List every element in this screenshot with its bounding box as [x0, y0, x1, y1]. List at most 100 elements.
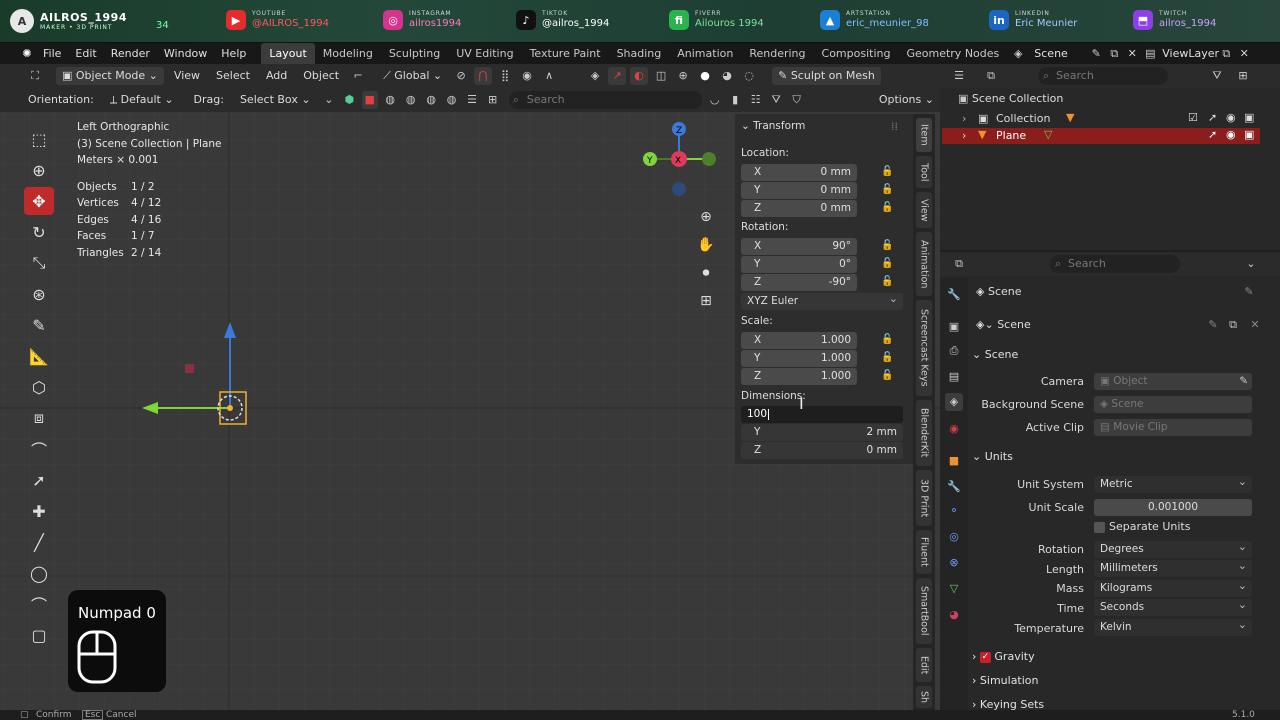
select-arrow-icon[interactable]: ➚ [1208, 111, 1217, 124]
keying-sets-section-header[interactable]: › Keying Sets [972, 698, 1272, 710]
separate-units-checkbox[interactable]: Separate Units [1094, 520, 1190, 533]
measure-tool-icon[interactable]: 📐 [24, 342, 54, 370]
y-arrow-head-icon[interactable] [142, 402, 158, 414]
editor-type-icon[interactable]: ⛶ [26, 67, 44, 85]
workspace-tab-texture-paint[interactable]: Texture Paint [522, 43, 609, 64]
simulation-section-header[interactable]: › Simulation [972, 674, 1272, 687]
menu-file[interactable]: File [36, 43, 68, 64]
time-units-select[interactable]: Seconds [1094, 596, 1252, 616]
location-z-field[interactable]: Z 0 mm [741, 200, 857, 217]
addon-sphere-icon[interactable]: ◍ [382, 91, 398, 109]
plane-handle-icon[interactable] [185, 364, 194, 373]
collapse-icon[interactable]: ⌄ [321, 91, 337, 109]
pin-icon[interactable]: ✎ [1087, 45, 1105, 63]
outliner-row-plane[interactable]: › ▼ Plane ▽ ➚ ◉ ▣ [942, 128, 1260, 144]
scene-section-header[interactable]: ⌄ Scene [972, 348, 1272, 361]
box-tool-icon[interactable]: ▢ [24, 621, 54, 649]
visibility-icon[interactable]: ◈ [586, 67, 604, 85]
addon-wave-icon[interactable]: ◡ [706, 91, 722, 109]
z-arrow-head-icon[interactable] [224, 322, 236, 338]
camera-view-icon[interactable]: ⏺ [691, 259, 721, 287]
menu-help[interactable]: Help [214, 43, 253, 64]
dimension-y-field[interactable]: Y 2 mm [741, 424, 903, 441]
lock-icon[interactable]: 🔓 [881, 184, 893, 195]
expand-chevron-icon[interactable]: › [962, 129, 966, 142]
menu-select[interactable]: Select [210, 67, 256, 85]
tab-screencast-keys[interactable]: Screencast Keys [916, 300, 932, 396]
lock-icon[interactable]: 🔓 [881, 334, 893, 345]
pivot-icon[interactable]: ⊘ [452, 67, 470, 85]
render-tab-icon[interactable]: ▣ [945, 318, 963, 336]
ortho-grid-icon[interactable]: ⊞ [691, 287, 721, 315]
select-box-tool-icon[interactable]: ⬚ [24, 125, 54, 153]
addon-grid-icon[interactable]: ⊞ [484, 91, 500, 109]
eyedropper-icon[interactable]: ✎ [1239, 373, 1248, 390]
copy-icon[interactable]: ⧉ [1224, 316, 1242, 334]
addon-cube-icon[interactable]: ⬢ [341, 91, 357, 109]
social-tiktok[interactable]: ♪ TIKTOK @ailros_1994 [516, 10, 609, 30]
unit-system-select[interactable]: Metric [1094, 473, 1252, 493]
workspace-tab-rendering[interactable]: Rendering [741, 43, 813, 64]
menu-add[interactable]: Add [260, 67, 293, 85]
scene-collection-row[interactable]: ▣ Scene Collection [958, 92, 1063, 105]
tab-item[interactable]: Item [916, 118, 932, 152]
tab-sh[interactable]: Sh [916, 686, 932, 708]
shading-rendered-icon[interactable]: ◌ [740, 67, 758, 85]
social-twitch[interactable]: ⬒ TWITCH ailros_1994 [1133, 10, 1216, 30]
zoom-icon[interactable]: ⊕ [691, 203, 721, 231]
shading-material-icon[interactable]: ◕ [718, 67, 736, 85]
workspace-tab-geometry-nodes[interactable]: Geometry Nodes [898, 43, 1007, 64]
fake-user-icon[interactable]: ✎ [1204, 316, 1222, 334]
sculpt-on-mesh-button[interactable]: ✎ Sculpt on Mesh [772, 67, 881, 85]
drag-handle-icon[interactable]: ⁞⁞ [891, 120, 898, 133]
pin-icon[interactable]: ✎ [1240, 283, 1258, 301]
snap-target-icon[interactable]: ⣿ [496, 67, 514, 85]
tab-view[interactable]: View [916, 192, 932, 228]
falloff-icon[interactable]: ∧ [540, 67, 558, 85]
workspace-tab-sculpting[interactable]: Sculpting [381, 43, 448, 64]
rotation-z-field[interactable]: Z -90° [741, 274, 857, 291]
scene-selector[interactable]: Scene [1027, 43, 1087, 64]
eye-icon[interactable]: ◉ [1226, 128, 1236, 141]
length-units-select[interactable]: Millimeters [1094, 557, 1252, 577]
options-button[interactable]: Options ⌄ [873, 91, 940, 109]
add-point-tool-icon[interactable]: ✚ [24, 497, 54, 525]
location-x-field[interactable]: X 0 mm [741, 164, 857, 181]
lock-icon[interactable]: 🔓 [881, 166, 893, 177]
new-view-layer-icon[interactable]: ⧉ [1217, 45, 1235, 63]
properties-search-input[interactable]: ⌕ Search [1050, 255, 1180, 273]
menu-window[interactable]: Window [157, 43, 214, 64]
rotation-y-field[interactable]: Y 0° [741, 256, 857, 273]
rotation-x-field[interactable]: X 90° [741, 238, 857, 255]
pan-hand-icon[interactable]: ✋ [691, 231, 721, 259]
units-section-header[interactable]: ⌄ Units [972, 450, 1272, 463]
mode-selector[interactable]: ▣ Object Mode ⌄ [56, 67, 164, 85]
rotate-tool-icon[interactable]: ↻ [24, 218, 54, 246]
gizmo-icon[interactable]: ↗ [608, 67, 627, 85]
remove-view-layer-icon[interactable]: ✕ [1235, 45, 1253, 63]
menu-render[interactable]: Render [104, 43, 157, 64]
annotate-tool-icon[interactable]: ✎ [24, 311, 54, 339]
location-y-field[interactable]: Y 0 mm [741, 182, 857, 199]
social-youtube[interactable]: ▶ YOUTUBE @AILROS_1994 [226, 10, 329, 30]
lock-icon[interactable]: 🔓 [881, 370, 893, 381]
tab-fluent[interactable]: Fluent [916, 530, 932, 574]
outliner-search-input[interactable]: ⌕ Search [1038, 67, 1168, 85]
tab-smartbool[interactable]: SmartBool [916, 578, 932, 644]
addon-sphere4-icon[interactable]: ◍ [443, 91, 459, 109]
lock-icon[interactable]: 🔓 [881, 276, 893, 287]
filter-icon[interactable]: ⛛ [1208, 67, 1226, 85]
new-collection-icon[interactable]: ⊞ [1234, 67, 1252, 85]
snap-magnet-icon[interactable]: ⋂ [474, 67, 493, 85]
tool-tab-icon[interactable]: 🔧 [945, 286, 963, 304]
expand-chevron-icon[interactable]: › [962, 112, 966, 125]
rotation-mode-select[interactable]: XYZ Euler [741, 290, 903, 310]
filter-icon[interactable]: ⛛ [768, 91, 784, 109]
workspace-tab-layout[interactable]: Layout [261, 43, 315, 64]
dimension-z-field[interactable]: Z 0 mm [741, 442, 903, 459]
social-fiverr[interactable]: fi FIVERR Ailouros 1994 [669, 10, 764, 30]
dimension-x-edit-field[interactable]: 100 [741, 406, 903, 423]
overlay-icon[interactable]: ◐ [630, 67, 649, 85]
lock-icon[interactable]: 🔓 [881, 202, 893, 213]
new-scene-icon[interactable]: ⧉ [1105, 45, 1123, 63]
